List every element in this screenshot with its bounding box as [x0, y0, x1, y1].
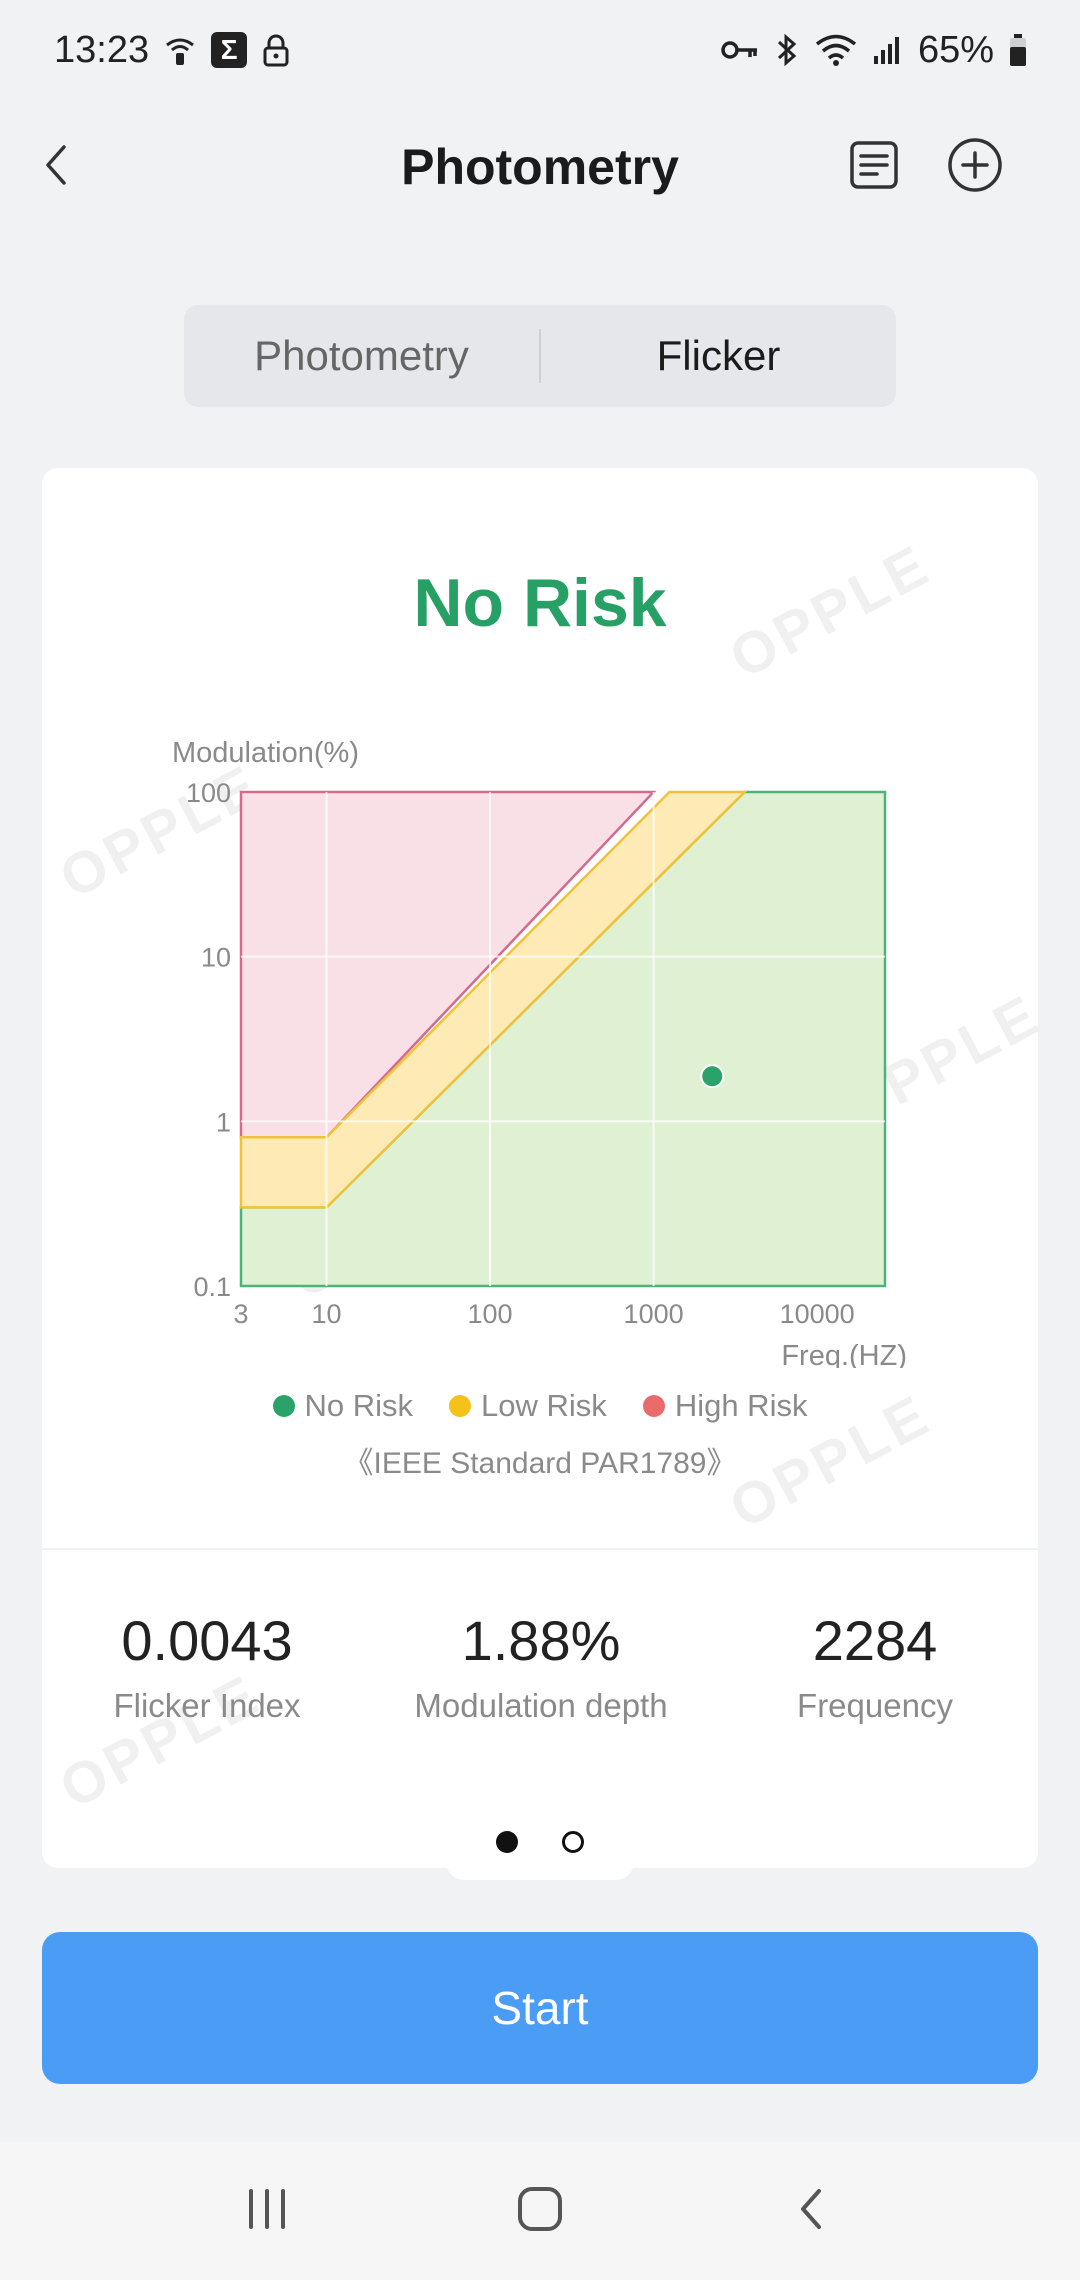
list-icon	[850, 141, 898, 189]
recent-apps-button[interactable]	[237, 2179, 297, 2244]
tab-flicker[interactable]: Flicker	[541, 305, 896, 407]
y-tick-label: 1	[216, 1107, 231, 1137]
wifi-icon	[814, 33, 858, 67]
metric-label: Flicker Index	[113, 1687, 301, 1724]
signal-icon	[872, 34, 904, 66]
mode-tabs: Photometry Flicker	[184, 305, 896, 407]
y-tick-label: 10	[201, 943, 231, 973]
status-right: 65%	[720, 29, 1028, 72]
status-time: 13:23	[54, 28, 150, 71]
flicker-result-card[interactable]: OPPLE OPPLE OPPLE OPPLE OPPLE OPPLE No R…	[42, 468, 1038, 1868]
home-button[interactable]	[510, 2179, 570, 2244]
add-circle-icon	[948, 138, 1002, 192]
battery-icon	[1008, 33, 1028, 67]
page-dot-inactive[interactable]	[562, 1831, 584, 1853]
app-bar: Photometry	[0, 110, 1080, 220]
metric-value: 1.88%	[461, 1609, 621, 1672]
nav-back-icon	[801, 2188, 822, 2229]
legend-item-no-risk: No Risk	[272, 1388, 414, 1424]
start-button[interactable]: Start	[42, 1932, 1038, 2084]
metric-flicker-index: 0.0043 Flicker Index	[42, 1608, 372, 1725]
flicker-risk-chart: Modulation(%) Freq.(HZ) 100 10 1 0.13 10 100 1…	[172, 737, 907, 1368]
metric-modulation-depth: 1.88% Modulation depth	[376, 1608, 706, 1725]
metric-value: 2284	[812, 1609, 938, 1672]
bluetooth-icon	[774, 32, 800, 68]
measurement-point	[700, 1064, 725, 1089]
key-icon	[720, 35, 760, 65]
nav-back-button[interactable]	[783, 2179, 843, 2244]
legend-item-low-risk: Low Risk	[449, 1388, 607, 1424]
metric-value: 0.0043	[121, 1609, 293, 1672]
system-nav-bar	[0, 2142, 1080, 2280]
metrics-row: 0.0043 Flicker Index 1.88% Modulation de…	[42, 1608, 1038, 1748]
legend-label: No Risk	[304, 1388, 414, 1423]
page-title: Photometry	[401, 139, 679, 195]
status-bar: 13:23 Σ 65%	[0, 0, 1080, 100]
legend-dot-yellow	[449, 1395, 472, 1417]
y-tick-label: 100	[186, 778, 231, 808]
legend-dot-red	[642, 1395, 665, 1417]
x-tick-label: 1000	[624, 1299, 684, 1329]
wifi-calling-icon	[163, 33, 197, 67]
page-indicator[interactable]	[0, 1822, 1080, 1862]
standard-note: 《IEEE Standard PAR1789》	[343, 1447, 737, 1480]
x-tick-label: 10	[311, 1299, 341, 1329]
legend-label: Low Risk	[481, 1388, 607, 1423]
status-left: 13:23 Σ	[54, 29, 291, 72]
legend-dot-green	[272, 1395, 295, 1417]
x-tick-label: 3	[233, 1299, 248, 1329]
chart-legend: No Risk Low Risk High Risk	[42, 1388, 1038, 1424]
y-tick-label: 0.1	[193, 1272, 231, 1302]
x-tick-label: 10000	[780, 1299, 855, 1329]
history-list-button[interactable]	[844, 135, 904, 195]
battery-percent: 65%	[917, 28, 994, 71]
home-icon	[517, 2186, 562, 2231]
metric-label: Modulation depth	[414, 1687, 668, 1724]
sigma-icon: Σ	[211, 32, 248, 68]
legend-item-high-risk: High Risk	[642, 1388, 808, 1424]
y-axis-label: Modulation(%)	[172, 737, 359, 769]
x-axis-label: Freq.(HZ)	[781, 1340, 907, 1368]
add-button[interactable]	[942, 132, 1008, 198]
tab-photometry[interactable]: Photometry	[184, 305, 539, 407]
recent-apps-icon	[248, 2188, 285, 2229]
metric-label: Frequency	[797, 1687, 953, 1724]
x-tick-label: 100	[468, 1299, 513, 1329]
legend-label: High Risk	[674, 1388, 808, 1423]
page-dot-active[interactable]	[496, 1831, 518, 1853]
lock-icon	[261, 33, 291, 67]
metric-frequency: 2284 Frequency	[710, 1608, 1038, 1725]
divider	[42, 1548, 1038, 1550]
